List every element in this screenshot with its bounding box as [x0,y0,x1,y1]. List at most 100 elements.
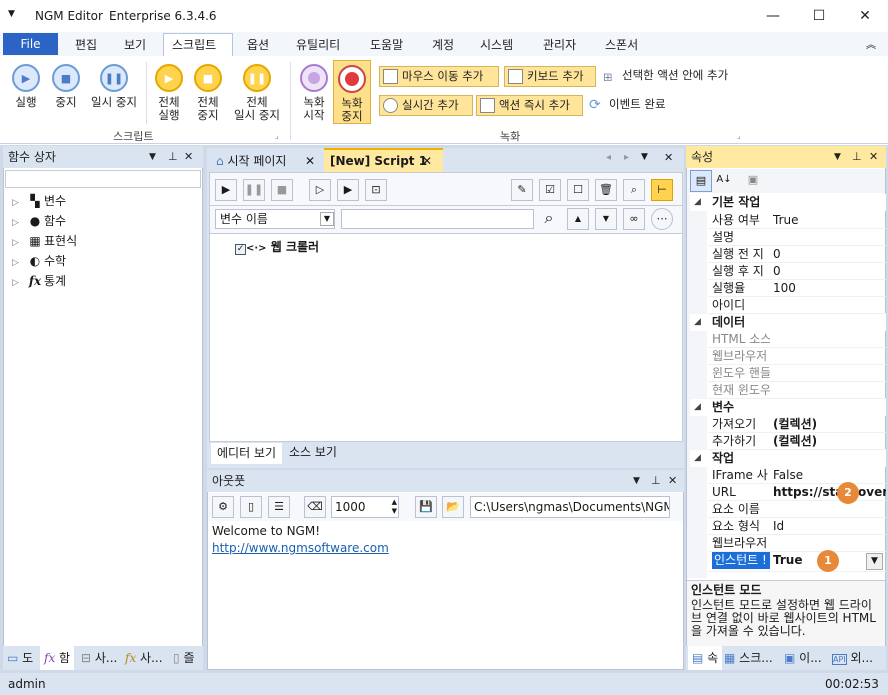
close-panel-icon[interactable]: ✕ [668,470,677,492]
stop-button[interactable]: ■ 중지 [48,64,84,109]
step-icon[interactable]: ▷ [309,179,331,201]
output-link[interactable]: http://www.ngmsoftware.com [212,541,389,555]
loop-icon[interactable]: ∞ [623,208,645,230]
close-tab-icon[interactable]: ✕ [422,150,432,172]
move-up-icon[interactable]: ▲ [567,208,589,230]
step-over-icon[interactable]: ⊡ [365,179,387,201]
panel-dropdown-icon[interactable]: ▼ [149,146,156,168]
prop-category-task[interactable]: ◢ 작업 [690,450,886,467]
prop-row[interactable]: 현재 윈도우 [708,382,886,399]
prop-row[interactable]: 추가하기 (컬렉션) [708,433,886,450]
run-button[interactable]: ▶ 실행 [8,64,44,109]
prop-row-selected[interactable]: 인스턴트 ! True ▼ [708,552,886,572]
play-icon[interactable]: ▶ [215,179,237,201]
move-down-icon[interactable]: ▼ [595,208,617,230]
prop-row[interactable]: 요소 이름 [708,501,886,518]
menu-account[interactable]: 계정 [432,36,454,53]
tree-item-statistics[interactable]: ▷ fx 통계 [12,271,66,291]
collapse-ribbon-icon[interactable]: ︽ [866,36,876,51]
prop-category-data[interactable]: ◢ 데이터 [690,314,886,331]
record-stop-button[interactable]: 녹화 중지 [333,60,371,124]
menu-help[interactable]: 도움말 [370,36,403,53]
menu-edit[interactable]: 편집 [75,36,97,53]
uncheck-icon[interactable]: ☐ [567,179,589,201]
close-panel-icon[interactable]: ✕ [869,146,878,168]
tree-item-variable[interactable]: ▷ ▚ 변수 [12,191,66,211]
record-start-button[interactable]: 녹화 시작 [296,64,332,122]
tab-toolbox[interactable]: ▭ 도 [7,648,33,668]
variable-search-input[interactable] [341,209,534,229]
panel-dropdown-icon[interactable]: ▼ [633,470,640,492]
maximize-button[interactable]: ☐ [796,0,842,32]
pause-all-button[interactable]: ❚❚ 전체 일시 중지 [229,64,285,122]
prop-category-basic[interactable]: ◢ 기본 작업 [690,194,886,211]
categorized-icon[interactable]: ▤ [690,170,712,192]
close-editor-icon[interactable]: ✕ [664,151,673,164]
menu-view[interactable]: 보기 [124,36,146,53]
chevron-down-icon[interactable]: ▼ [866,553,883,570]
menu-options[interactable]: 옵션 [247,36,269,53]
tab-favorites[interactable]: ▯ 즐 [173,648,194,668]
pause-button[interactable]: ❚❚ 일시 중지 [86,64,142,109]
pin-icon[interactable]: ⊥ [168,146,178,168]
tab-images[interactable]: ▣ 이... [784,648,822,668]
property-pages-icon[interactable]: ▣ [742,170,764,192]
close-panel-icon[interactable]: ✕ [184,146,193,168]
tab-list-icon[interactable]: ▼ [641,152,648,162]
script-node-web-crawler[interactable]: ✓ <·> 웹 크롤러 [235,238,319,256]
event-done-button[interactable]: ⟳ 이벤트 완료 [587,95,666,116]
eraser-icon[interactable]: ⌫ [304,496,326,518]
pin-icon[interactable]: ⊥ [852,146,862,168]
list-icon[interactable]: ☰ [268,496,290,518]
tree-item-expression[interactable]: ▷ ▦ 표현식 [12,231,77,251]
pause-icon[interactable]: ❚❚ [243,179,265,201]
tab-editor-view[interactable]: 에디터 보기 [211,443,283,464]
tab-scroll-left-icon[interactable]: ◂ [606,152,611,163]
prop-row[interactable]: 웹브라우저 [708,348,886,365]
prop-row[interactable]: HTML 소스 [708,331,886,348]
tree-item-function[interactable]: ▷ ● 함수 [12,211,66,231]
app-menu-icon[interactable]: ▼ [8,9,15,19]
prop-row[interactable]: 웹브라우저 [708,535,886,552]
tab-source-view[interactable]: 소스 보기 [289,442,337,462]
menu-sponsor[interactable]: 스폰서 [605,36,638,53]
tab-external[interactable]: API 외... [832,648,873,668]
tab-scroll-right-icon[interactable]: ▸ [624,152,629,163]
prop-row[interactable]: URL https://stackoverflow [708,484,886,501]
stepper-arrows-icon[interactable]: ▲ ▼ [392,498,397,516]
add-action-now-button[interactable]: 액션 즉시 추가 [476,95,583,116]
folder-icon[interactable]: 📂 [442,496,464,518]
close-tab-icon[interactable]: ✕ [305,150,315,172]
delete-icon[interactable]: 🗑 [595,179,617,201]
menu-utility[interactable]: 유틸리티 [296,36,340,53]
search-icon[interactable]: ⌕ [623,179,645,201]
add-realtime-button[interactable]: 실시간 추가 [379,95,473,116]
check-icon[interactable]: ☑ [539,179,561,201]
prop-row[interactable]: IFrame 사 False [708,467,886,484]
pin-icon[interactable]: ⊥ [651,470,661,492]
menu-admin[interactable]: 관리자 [543,36,576,53]
close-window-button[interactable]: ✕ [842,0,888,32]
minimize-button[interactable]: — [750,0,796,32]
edit-icon[interactable]: ✎ [511,179,533,201]
step-into-icon[interactable]: ▶ [337,179,359,201]
prop-row[interactable]: 윈도우 핸들 [708,365,886,382]
sort-alpha-icon[interactable]: A↓ [713,170,735,192]
new-file-icon[interactable]: ▯ [240,496,262,518]
prop-row[interactable]: 실행 후 지 0 [708,263,886,280]
tab-start-page[interactable]: ⌂ 시작 페이지 ✕ [210,150,323,172]
script-group-launcher-icon[interactable]: ⌟ [275,131,279,140]
menu-script[interactable]: 스크립트 [172,36,216,53]
panel-dropdown-icon[interactable]: ▼ [834,146,841,168]
line-count-stepper[interactable]: 1000 ▲ ▼ [331,496,399,518]
debug-icon[interactable]: ⚙ [212,496,234,518]
prop-row[interactable]: 설명 [708,229,886,246]
variable-name-dropdown[interactable]: 변수 이름 ▼ [215,209,335,229]
stop-icon[interactable]: ■ [271,179,293,201]
prop-row[interactable]: 사용 여부 True [708,212,886,229]
prop-row[interactable]: 실행율 100 [708,280,886,297]
save-icon[interactable]: 💾 [415,496,437,518]
prop-row[interactable]: 가져오기 (컬렉션) [708,416,886,433]
tree-view-icon[interactable]: ⊢ [651,179,673,201]
prop-row[interactable]: 실행 전 지 0 [708,246,886,263]
